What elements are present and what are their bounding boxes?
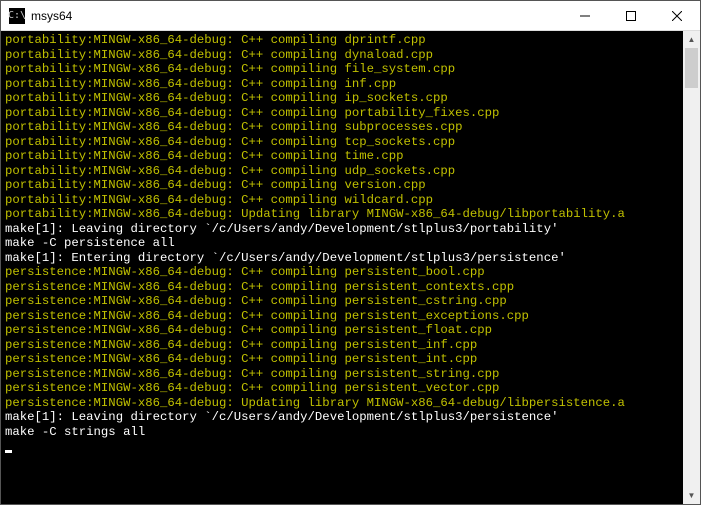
terminal-line: persistence:MINGW-x86_64-debug: C++ comp… [5, 338, 679, 353]
terminal-line: make[1]: Leaving directory `/c/Users/and… [5, 410, 679, 425]
terminal-line: make -C strings all [5, 425, 679, 440]
scroll-up-arrow[interactable]: ▲ [683, 31, 700, 48]
terminal-line: make -C persistence all [5, 236, 679, 251]
maximize-icon [626, 11, 636, 21]
vertical-scrollbar[interactable]: ▲ ▼ [683, 31, 700, 504]
terminal-line: persistence:MINGW-x86_64-debug: Updating… [5, 396, 679, 411]
maximize-button[interactable] [608, 1, 654, 30]
terminal-line: portability:MINGW-x86_64-debug: C++ comp… [5, 178, 679, 193]
terminal-line: portability:MINGW-x86_64-debug: C++ comp… [5, 135, 679, 150]
scroll-track[interactable] [683, 48, 700, 487]
cursor [5, 450, 12, 453]
terminal-line: portability:MINGW-x86_64-debug: C++ comp… [5, 48, 679, 63]
terminal-line: portability:MINGW-x86_64-debug: C++ comp… [5, 33, 679, 48]
terminal-line: portability:MINGW-x86_64-debug: C++ comp… [5, 120, 679, 135]
app-window: C:\ msys64 portability:MINGW-x86_64-debu… [0, 0, 701, 505]
terminal-line: make[1]: Leaving directory `/c/Users/and… [5, 222, 679, 237]
terminal-area: portability:MINGW-x86_64-debug: C++ comp… [1, 31, 700, 504]
terminal-line: persistence:MINGW-x86_64-debug: C++ comp… [5, 323, 679, 338]
terminal-line: portability:MINGW-x86_64-debug: C++ comp… [5, 106, 679, 121]
scroll-thumb[interactable] [685, 48, 698, 88]
terminal-line: make[1]: Entering directory `/c/Users/an… [5, 251, 679, 266]
terminal-line: persistence:MINGW-x86_64-debug: C++ comp… [5, 367, 679, 382]
terminal-line: persistence:MINGW-x86_64-debug: C++ comp… [5, 309, 679, 324]
terminal-output[interactable]: portability:MINGW-x86_64-debug: C++ comp… [1, 31, 683, 504]
terminal-line: portability:MINGW-x86_64-debug: C++ comp… [5, 164, 679, 179]
terminal-line: portability:MINGW-x86_64-debug: C++ comp… [5, 62, 679, 77]
titlebar[interactable]: C:\ msys64 [1, 1, 700, 31]
scroll-down-arrow[interactable]: ▼ [683, 487, 700, 504]
terminal-line: portability:MINGW-x86_64-debug: C++ comp… [5, 91, 679, 106]
terminal-line: persistence:MINGW-x86_64-debug: C++ comp… [5, 280, 679, 295]
window-title: msys64 [31, 9, 562, 23]
window-controls [562, 1, 700, 30]
minimize-button[interactable] [562, 1, 608, 30]
close-icon [672, 11, 682, 21]
terminal-line: portability:MINGW-x86_64-debug: C++ comp… [5, 77, 679, 92]
app-icon: C:\ [9, 8, 25, 24]
terminal-line: persistence:MINGW-x86_64-debug: C++ comp… [5, 352, 679, 367]
terminal-line: persistence:MINGW-x86_64-debug: C++ comp… [5, 294, 679, 309]
terminal-cursor-line [5, 439, 679, 454]
terminal-line: persistence:MINGW-x86_64-debug: C++ comp… [5, 265, 679, 280]
terminal-line: portability:MINGW-x86_64-debug: C++ comp… [5, 193, 679, 208]
terminal-line: portability:MINGW-x86_64-debug: Updating… [5, 207, 679, 222]
terminal-line: persistence:MINGW-x86_64-debug: C++ comp… [5, 381, 679, 396]
minimize-icon [580, 11, 590, 21]
terminal-line: portability:MINGW-x86_64-debug: C++ comp… [5, 149, 679, 164]
close-button[interactable] [654, 1, 700, 30]
